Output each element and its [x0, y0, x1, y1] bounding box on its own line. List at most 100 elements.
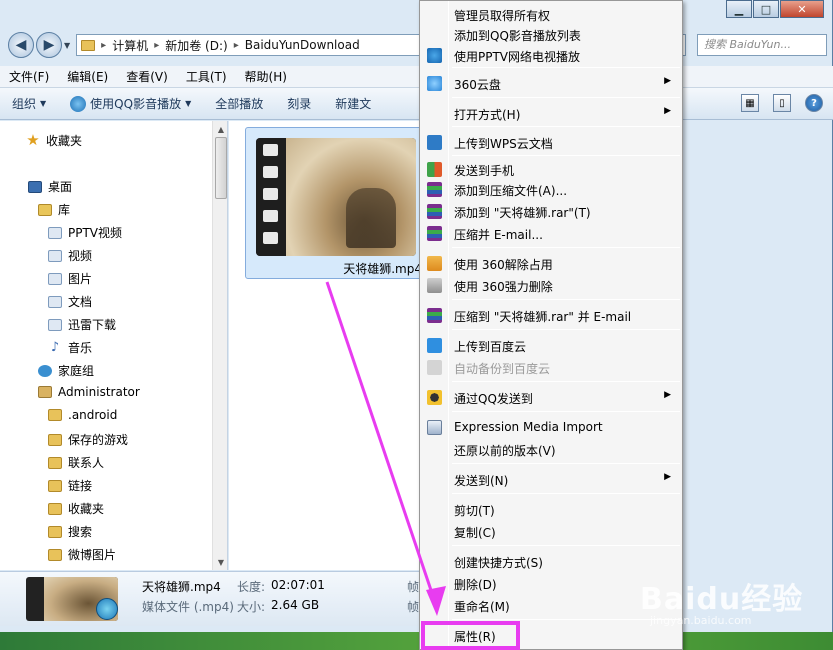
- context-menu-item[interactable]: 添加到QQ影音播放列表: [421, 24, 679, 45]
- nav-lib-pictures[interactable]: 图片: [48, 270, 92, 287]
- play-all-button[interactable]: 全部播放: [203, 95, 275, 112]
- nav-lib-documents[interactable]: 文档: [48, 293, 92, 310]
- folder-icon: [48, 409, 62, 421]
- nav-label: 视频: [68, 249, 93, 263]
- explorer-window: ▁ □ ✕ ◀ ▶ ▼ ▸ 计算机 ▸ 新加卷 (D:) ▸ BaiduYunD…: [0, 0, 833, 632]
- organize-label: 组织: [12, 97, 37, 111]
- context-menu-item[interactable]: 压缩到 "天将雄狮.rar" 并 E-mail: [421, 305, 679, 326]
- menu-separator: [452, 545, 680, 546]
- breadcrumb-separator-icon[interactable]: ▸: [154, 40, 159, 51]
- media-badge-icon: [96, 598, 118, 620]
- menu-help[interactable]: 帮助(H): [236, 68, 296, 85]
- context-menu-item[interactable]: 复制(C): [421, 521, 679, 542]
- nav-label: 收藏夹: [68, 502, 105, 516]
- video-library-icon: [48, 226, 62, 239]
- burn-button[interactable]: 刻录: [275, 95, 323, 112]
- burn-label: 刻录: [287, 97, 312, 111]
- nav-lib-music[interactable]: ♪ 音乐: [48, 339, 92, 356]
- context-menu-item[interactable]: 使用PPTV网络电视播放: [421, 45, 679, 66]
- nav-label: 文档: [68, 295, 93, 309]
- menu-tools[interactable]: 工具(T): [177, 68, 236, 85]
- nav-desktop[interactable]: 桌面: [28, 178, 72, 195]
- details-size-label: 大小:: [237, 600, 266, 614]
- nav-folder-android[interactable]: .android: [48, 408, 117, 422]
- context-menu-item[interactable]: 管理员取得所有权: [421, 4, 679, 25]
- context-menu-item-label: 上传到百度云: [454, 340, 527, 354]
- context-menu-item-label: 使用PPTV网络电视播放: [454, 50, 581, 64]
- chevron-down-icon: ▼: [40, 99, 47, 108]
- preview-pane-icon[interactable]: ▯: [773, 94, 791, 112]
- nav-lib-video[interactable]: 视频: [48, 247, 92, 264]
- nav-folder-links[interactable]: 链接: [48, 477, 92, 494]
- pptv-icon: [427, 48, 442, 63]
- nav-lib-xunlei[interactable]: 迅雷下载: [48, 316, 116, 333]
- minimize-button[interactable]: ▁: [726, 0, 752, 18]
- winrar-icon: [427, 182, 442, 197]
- nav-folder-weibo[interactable]: 微博图片: [48, 546, 116, 563]
- pictures-library-icon: [48, 272, 62, 285]
- menu-separator: [452, 329, 680, 330]
- search-input[interactable]: 搜索 BaiduYun...: [697, 34, 827, 56]
- help-icon[interactable]: ?: [805, 94, 823, 112]
- film-strip-icon: [256, 138, 286, 256]
- breadcrumb-drive[interactable]: 新加卷 (D:): [165, 37, 227, 54]
- new-folder-button[interactable]: 新建文: [323, 95, 383, 112]
- scroll-thumb[interactable]: [215, 137, 227, 199]
- nav-scrollbar[interactable]: ▲ ▼: [212, 121, 227, 570]
- context-menu-item[interactable]: 添加到 "天将雄狮.rar"(T): [421, 201, 679, 222]
- context-menu-item-label: 添加到 "天将雄狮.rar"(T): [454, 206, 591, 220]
- maximize-button[interactable]: □: [753, 0, 779, 18]
- play-qq-label: 使用QQ影音播放: [90, 97, 182, 111]
- organize-button[interactable]: 组织 ▼: [0, 95, 58, 112]
- context-menu-item[interactable]: 使用 360强力删除: [421, 275, 679, 296]
- context-menu-item[interactable]: 使用 360解除占用: [421, 253, 679, 274]
- close-button[interactable]: ✕: [780, 0, 824, 18]
- context-menu-item-label: 上传到WPS云文档: [454, 137, 553, 151]
- menu-view[interactable]: 查看(V): [117, 68, 177, 85]
- play-qq-button[interactable]: 使用QQ影音播放 ▼: [58, 95, 203, 112]
- context-menu-item[interactable]: 360云盘 ▶: [421, 73, 679, 94]
- nav-library[interactable]: 库: [38, 201, 70, 218]
- context-menu-item[interactable]: 上传到百度云: [421, 335, 679, 356]
- view-options-icon[interactable]: ▦: [741, 94, 759, 112]
- context-menu-item[interactable]: 发送到(N) ▶: [421, 469, 679, 490]
- nav-folder-saved-games[interactable]: 保存的游戏: [48, 431, 128, 448]
- context-menu-item[interactable]: 通过QQ发送到 ▶: [421, 387, 679, 408]
- homegroup-icon: [38, 364, 52, 377]
- context-menu-item[interactable]: Expression Media Import: [421, 417, 679, 438]
- context-menu-item[interactable]: 添加到压缩文件(A)...: [421, 179, 679, 200]
- history-dropdown-icon[interactable]: ▼: [64, 41, 70, 50]
- breadcrumb-separator-icon[interactable]: ▸: [101, 40, 106, 51]
- scroll-down-icon[interactable]: ▼: [213, 554, 227, 570]
- nav-lib-pptv[interactable]: PPTV视频: [48, 224, 122, 241]
- search-placeholder: 搜索 BaiduYun...: [704, 38, 791, 51]
- folder-icon: [81, 39, 96, 51]
- breadcrumb-separator-icon[interactable]: ▸: [234, 40, 239, 51]
- nav-homegroup[interactable]: 家庭组: [38, 362, 94, 379]
- nav-administrator[interactable]: Administrator: [38, 385, 140, 399]
- context-menu-item[interactable]: 发送到手机: [421, 159, 679, 180]
- nav-label: 收藏夹: [46, 133, 83, 148]
- library-icon: [38, 203, 52, 216]
- context-menu-item[interactable]: 上传到WPS云文档: [421, 132, 679, 153]
- context-menu-item[interactable]: 剪切(T): [421, 499, 679, 520]
- breadcrumb-computer[interactable]: 计算机: [112, 37, 148, 54]
- favorites-folder-icon: [48, 502, 62, 515]
- nav-favorites[interactable]: ★ 收藏夹: [26, 131, 82, 149]
- file-item-video[interactable]: 天将雄狮.mp4: [245, 127, 425, 279]
- context-menu-item[interactable]: 还原以前的版本(V): [421, 439, 679, 460]
- nav-folder-contacts[interactable]: 联系人: [48, 454, 104, 471]
- menu-file[interactable]: 文件(F): [0, 68, 58, 85]
- context-menu-item[interactable]: 打开方式(H) ▶: [421, 103, 679, 124]
- scroll-up-icon[interactable]: ▲: [213, 121, 227, 137]
- forward-button[interactable]: ▶: [36, 32, 62, 58]
- nav-folder-favorites[interactable]: 收藏夹: [48, 500, 104, 517]
- breadcrumb-folder[interactable]: BaiduYunDownload: [245, 38, 360, 52]
- back-button[interactable]: ◀: [8, 32, 34, 58]
- nav-folder-searches[interactable]: 搜索: [48, 523, 92, 540]
- context-menu-item[interactable]: 创建快捷方式(S): [421, 551, 679, 572]
- menu-edit[interactable]: 编辑(E): [58, 68, 117, 85]
- saved-games-icon: [48, 433, 62, 446]
- context-menu-item[interactable]: 压缩并 E-mail...: [421, 223, 679, 244]
- menu-separator: [452, 381, 680, 382]
